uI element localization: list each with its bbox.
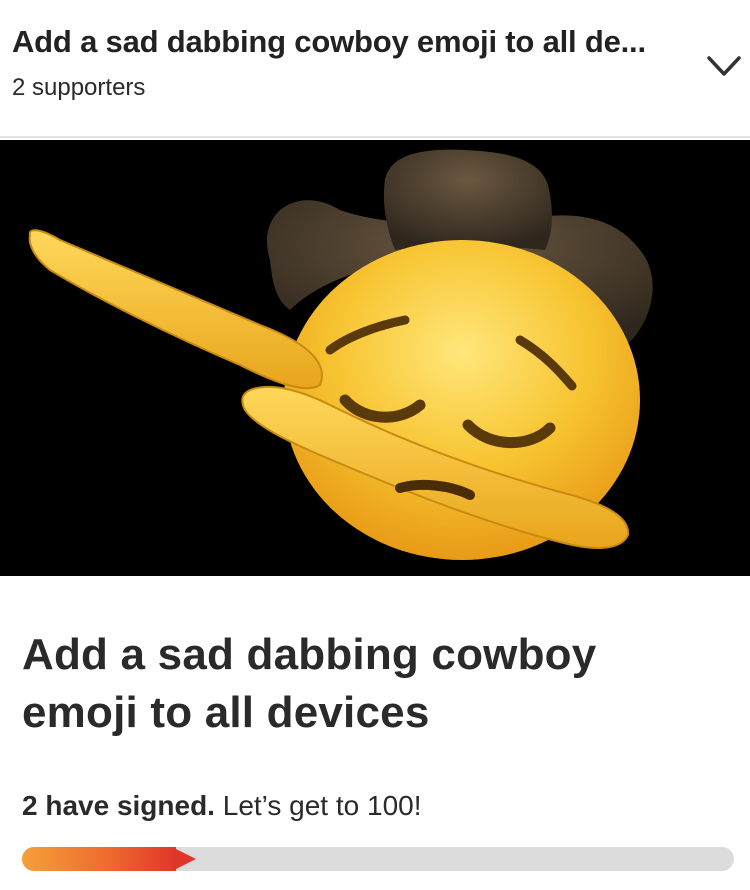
signature-status: 2 have signed. Let’s get to 100! <box>22 790 422 822</box>
sad-dabbing-cowboy-emoji <box>0 140 750 576</box>
progress-arrow <box>172 847 196 871</box>
petition-title: Add a sad dabbing cowboy emoji to all de… <box>22 630 597 737</box>
header-title: Add a sad dabbing cowboy emoji to all de… <box>12 24 646 59</box>
chevron-down-icon[interactable] <box>706 52 742 80</box>
progress-fill <box>22 847 176 871</box>
signature-progress-bar <box>22 847 734 871</box>
petition-image <box>0 140 750 576</box>
signature-goal-text: Let’s get to 100! <box>214 790 422 821</box>
signature-count: 2 have signed. <box>22 790 215 821</box>
supporters-count: 2 supporters <box>12 74 146 101</box>
petition-header: Add a sad dabbing cowboy emoji to all de… <box>0 0 750 138</box>
